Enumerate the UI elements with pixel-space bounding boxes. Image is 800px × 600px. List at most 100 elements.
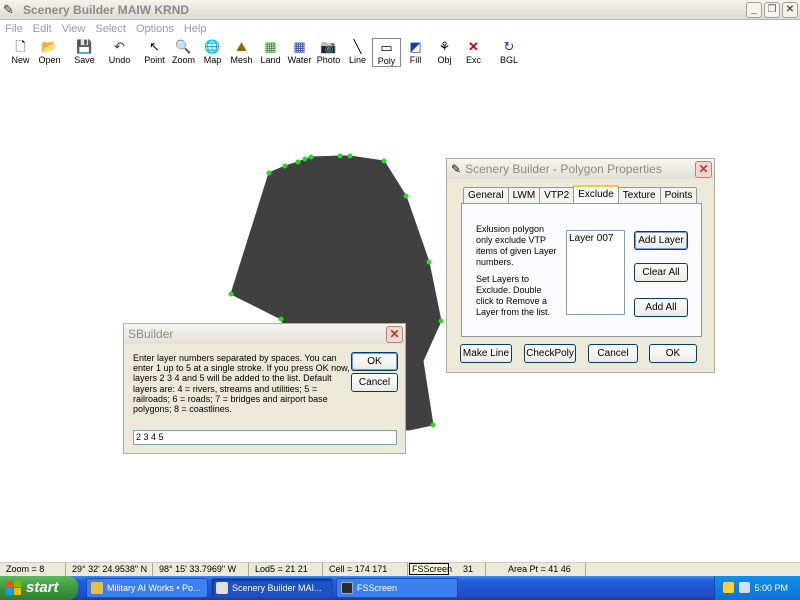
start-button[interactable]: start — [0, 576, 78, 600]
dialog-close-button[interactable]: ✕ — [695, 161, 712, 178]
mountain-icon: ⛰ — [236, 39, 247, 54]
tab-points[interactable]: Points — [659, 187, 698, 203]
tab-general[interactable]: General — [463, 187, 509, 203]
task-fsscreen[interactable]: FSScreen — [336, 578, 458, 598]
add-all-button[interactable]: Add All — [634, 298, 688, 317]
vertex[interactable] — [403, 193, 409, 199]
task-military-ai-works[interactable]: Military AI Works • Po... — [86, 578, 208, 598]
status-zoom: Zoom = 8 — [0, 563, 66, 576]
dialog-title-bar[interactable]: ✎ Scenery Builder - Polygon Properties — [447, 159, 714, 179]
sbuilder-message: Enter layer numbers separated by spaces.… — [133, 353, 350, 415]
status-cell: Cell = 174 171 — [323, 563, 408, 576]
cancel-button[interactable]: Cancel — [588, 344, 638, 363]
toolbar: 🗋 New 📂 Open 💾 Save ↶ Undo ↖ Point 🔍 Zoom 🌐 Map… — [6, 38, 524, 67]
add-layer-button[interactable]: Add Layer — [634, 231, 688, 250]
maximize-button[interactable]: ❐ — [764, 2, 780, 18]
clear-all-button[interactable]: Clear All — [634, 263, 688, 282]
vertex[interactable] — [278, 316, 284, 322]
menu-view[interactable]: View — [57, 23, 91, 35]
photo-button[interactable]: 📷 Photo — [314, 38, 343, 67]
point-button[interactable]: ↖ Point — [140, 38, 169, 67]
list-item[interactable]: Layer 007 — [569, 233, 622, 244]
tab-vtp2[interactable]: VTP2 — [539, 187, 575, 203]
vertex[interactable] — [426, 259, 432, 265]
new-button[interactable]: 🗋 New — [6, 38, 35, 67]
sbuilder-cancel-button[interactable]: Cancel — [351, 373, 398, 392]
map-button[interactable]: 🌐 Map — [198, 38, 227, 67]
mesh-button[interactable]: ⛰ Mesh — [227, 38, 256, 67]
exclude-panel: Exlusion polygon only exclude VTP items … — [461, 203, 702, 337]
vertex[interactable] — [228, 291, 234, 297]
vertex[interactable] — [347, 153, 353, 159]
menu-options[interactable]: Options — [131, 23, 179, 35]
open-folder-icon: 📂 — [41, 39, 58, 54]
minimize-button[interactable]: _ — [746, 2, 762, 18]
layer-listbox[interactable]: Layer 007 — [566, 230, 625, 315]
vertex[interactable] — [302, 156, 308, 162]
layer-numbers-input[interactable]: 2 3 4 5 — [133, 430, 397, 445]
title-bar[interactable]: ✎ Scenery Builder MAIW KRND _ ❐ ✕ — [0, 0, 800, 20]
poly-button[interactable]: ▭ Poly — [372, 38, 401, 67]
app-icon: ✎ — [3, 1, 14, 17]
undo-arrow-icon: ↶ — [114, 39, 125, 54]
open-button[interactable]: 📂 Open — [35, 38, 64, 67]
undo-button[interactable]: ↶ Undo — [105, 38, 134, 67]
volume-icon[interactable] — [739, 582, 750, 593]
menu-bar: File Edit View Select Options Help — [0, 20, 800, 37]
vertex[interactable] — [295, 159, 301, 165]
sbuilder-close-button[interactable]: ✕ — [386, 326, 403, 343]
menu-file[interactable]: File — [0, 23, 28, 35]
fill-button[interactable]: ◩ Fill — [401, 38, 430, 67]
water-button[interactable]: ▦ Water — [285, 38, 314, 67]
vertex[interactable] — [430, 422, 436, 428]
tab-exclude[interactable]: Exclude — [573, 185, 619, 203]
water-class-icon: ▦ — [293, 39, 306, 54]
exclusion-x-icon: ✕ — [468, 39, 479, 54]
exc-button[interactable]: ✕ Exc — [459, 38, 488, 67]
task-scenery-builder[interactable]: Scenery Builder MAI... — [211, 578, 333, 598]
pointer-arrow-icon: ↖ — [149, 39, 160, 54]
status-lod: Lod5 = 21 21 — [249, 563, 323, 576]
land-button[interactable]: ▦ Land — [256, 38, 285, 67]
globe-icon: 🌐 — [204, 39, 221, 54]
close-button[interactable]: ✕ — [782, 2, 798, 18]
vertex[interactable] — [381, 158, 387, 164]
polygon-tool-icon: ▭ — [380, 40, 393, 55]
sbuilder-ok-button[interactable]: OK — [351, 352, 398, 371]
sbuilder-title: SBuilder — [128, 327, 174, 341]
vertex[interactable] — [282, 163, 288, 169]
exclude-instructions: Set Layers to Exclude. Double click to R… — [476, 274, 551, 317]
clock: 5:00 PM — [754, 583, 788, 593]
vertex[interactable] — [438, 318, 444, 324]
status-latitude: 29° 32' 24.9538" N — [66, 563, 153, 576]
menu-select[interactable]: Select — [90, 23, 131, 35]
tray-app-icon[interactable] — [723, 582, 734, 593]
vertex[interactable] — [308, 154, 314, 160]
dialog-app-icon: ✎ — [451, 162, 462, 176]
line-tool-icon: ╲ — [353, 39, 362, 54]
sbuilder-title-bar[interactable]: SBuilder — [124, 324, 405, 344]
taskbar: start Military AI Works • Po... Scenery … — [0, 576, 800, 600]
line-button[interactable]: ╲ Line — [343, 38, 372, 67]
make-line-button[interactable]: Make Line — [460, 344, 512, 363]
exclude-description: Exlusion polygon only exclude VTP items … — [476, 224, 557, 267]
menu-help[interactable]: Help — [179, 23, 212, 35]
save-disk-icon: 💾 — [76, 39, 93, 54]
fsscreen-icon — [341, 582, 353, 594]
system-tray: 5:00 PM — [714, 576, 800, 600]
save-button[interactable]: 💾 Save — [70, 38, 99, 67]
vertex[interactable] — [266, 170, 272, 176]
tab-lwm[interactable]: LWM — [507, 187, 541, 203]
menu-edit[interactable]: Edit — [28, 23, 57, 35]
ok-button[interactable]: OK — [649, 344, 697, 363]
bgl-button[interactable]: ↻ BGL — [494, 38, 524, 67]
tab-texture[interactable]: Texture — [617, 187, 661, 203]
vertex[interactable] — [337, 153, 343, 159]
fill-icon: ◩ — [409, 39, 422, 54]
check-poly-button[interactable]: CheckPoly — [524, 344, 576, 363]
dialog-title: Scenery Builder - Polygon Properties — [465, 162, 662, 176]
polygon-properties-dialog: ✎ Scenery Builder - Polygon Properties ✕… — [446, 158, 715, 373]
obj-button[interactable]: ⚘ Obj — [430, 38, 459, 67]
zoom-button[interactable]: 🔍 Zoom — [169, 38, 198, 67]
land-class-icon: ▦ — [264, 39, 277, 54]
